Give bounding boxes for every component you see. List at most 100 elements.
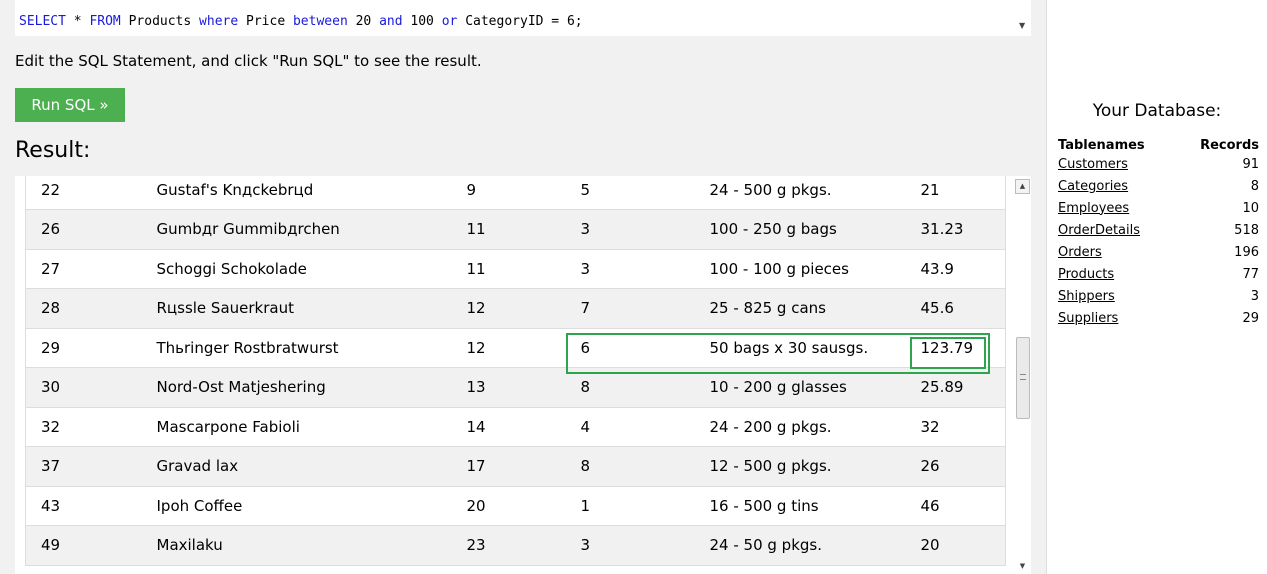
sql-keyword: or [441,14,458,29]
table-name-cell: OrderDetails [1058,219,1178,241]
table-name-cell: Customers [1058,153,1178,175]
list-item: Categories 8 [1058,175,1259,197]
price-cell: 123.79 [905,328,1006,368]
unit-cell: 16 - 500 g tins [694,486,906,526]
sql-text: 20 [347,14,380,29]
product-name-cell: Thьringer Rostbratwurst [141,328,452,368]
supplier-id-cell: 13 [451,367,566,408]
scroll-down-arrow-icon[interactable]: ▼ [1019,21,1025,30]
scroll-down-arrow-icon[interactable]: ▼ [1015,562,1030,574]
records-header: Records [1200,137,1259,153]
table-row: 27 Schoggi Schokolade 11 3 100 - 100 g piece… [25,249,1006,289]
unit-cell: 12 - 500 g pkgs. [694,446,906,487]
product-id-cell: 27 [25,249,142,289]
list-item: Suppliers 29 [1058,307,1259,329]
supplier-id-cell: 12 [451,288,566,329]
product-id-cell: 43 [25,486,142,526]
list-item: Orders 196 [1058,241,1259,263]
scroll-up-arrow-icon[interactable]: ▲ [1015,179,1030,194]
product-name-cell: Rцssle Sauerkraut [141,288,452,329]
table-name-cell: Employees [1058,197,1178,219]
unit-cell: 25 - 825 g cans [694,288,906,329]
table-name-cell: Orders [1058,241,1178,263]
sql-statement[interactable]: SELECT * FROM Products where Price betwe… [19,14,583,29]
database-panel: Your Database: Tablenames Records Custom… [1047,0,1267,574]
table-name-cell: Categories [1058,175,1178,197]
category-id-cell: 5 [565,176,695,210]
category-id-cell: 3 [565,249,695,289]
list-item: Products 77 [1058,263,1259,285]
product-name-cell: Gumbдr Gummibдrchen [141,209,452,250]
unit-cell: 100 - 100 g pieces [694,249,906,289]
product-name-cell: Gustaf's Knдckebrцd [141,176,452,210]
records-count: 10 [1242,200,1259,216]
results-table: 22 Gustaf's Knдckebrцd 9 5 24 - 500 g pkgs. 2… [25,176,1006,566]
run-sql-button[interactable]: Run SQL » [15,88,125,122]
records-count: 77 [1242,266,1259,282]
product-name-cell: Mascarpone Fabioli [141,407,452,447]
product-id-cell: 22 [25,176,142,210]
category-id-cell: 4 [565,407,695,447]
category-id-cell: 8 [565,446,695,487]
category-id-cell: 6 [565,328,695,368]
sql-editor[interactable]: SELECT * FROM Products where Price betwe… [15,0,1031,36]
sql-text: 100 [402,14,442,29]
price-cell: 32 [905,407,1006,447]
product-name-cell: Ipoh Coffee [141,486,452,526]
price-cell: 21 [905,176,1006,210]
unit-cell: 24 - 500 g pkgs. [694,176,906,210]
table-link-orders[interactable]: Orders [1058,245,1102,260]
editor-scrollbar[interactable]: ▼ [1015,0,1031,36]
table-link-employees[interactable]: Employees [1058,201,1129,216]
category-id-cell: 3 [565,209,695,250]
product-name-cell: Gravad lax [141,446,452,487]
instruction-text: Edit the SQL Statement, and click "Run S… [15,52,482,70]
supplier-id-cell: 14 [451,407,566,447]
table-name-cell: Suppliers [1058,307,1178,329]
unit-cell: 24 - 50 g pkgs. [694,525,906,566]
supplier-id-cell: 9 [451,176,566,210]
table-row: 28 Rцssle Sauerkraut 12 7 25 - 825 g cans 45.… [25,288,1006,329]
table-link-shippers[interactable]: Shippers [1058,289,1115,304]
table-row: 37 Gravad lax 17 8 12 - 500 g pkgs. 26 [25,446,1006,487]
price-cell: 45.6 [905,288,1006,329]
result-heading: Result: [15,138,91,163]
tablenames-header: Tablenames [1058,137,1145,153]
table-row: 26 Gumbдr Gummibдrchen 11 3 100 - 250 g bags… [25,209,1006,250]
table-row: 30 Nord-Ost Matjeshering 13 8 10 - 200 g gla… [25,367,1006,408]
results-pane[interactable]: 22 Gustaf's Knдckebrцd 9 5 24 - 500 g pkgs. 2… [15,176,1031,574]
sql-text: Price [238,14,293,29]
supplier-id-cell: 12 [451,328,566,368]
list-item: Shippers 3 [1058,285,1259,307]
unit-cell: 100 - 250 g bags [694,209,906,250]
product-name-cell: Nord-Ost Matjeshering [141,367,452,408]
supplier-id-cell: 23 [451,525,566,566]
product-id-cell: 26 [25,209,142,250]
list-item: OrderDetails 518 [1058,219,1259,241]
table-link-orderdetails[interactable]: OrderDetails [1058,223,1140,238]
results-scrollbar[interactable]: ▲ ▼ [1015,176,1031,574]
table-link-customers[interactable]: Customers [1058,157,1128,172]
records-count: 196 [1234,244,1259,260]
sql-text: * [65,14,90,29]
list-item: Customers 91 [1058,153,1259,175]
sql-keyword: between [292,14,348,29]
sql-keyword: where [199,14,239,29]
sql-text: CategoryID = 6; [457,14,583,29]
price-cell: 25.89 [905,367,1006,408]
table-link-suppliers[interactable]: Suppliers [1058,311,1118,326]
table-row: 32 Mascarpone Fabioli 14 4 24 - 200 g pkgs. 3… [25,407,1006,447]
list-item: Employees 10 [1058,197,1259,219]
category-id-cell: 8 [565,367,695,408]
table-row: 49 Maxilaku 23 3 24 - 50 g pkgs. 20 [25,525,1006,566]
table-name-cell: Shippers [1058,285,1178,307]
product-id-cell: 29 [25,328,142,368]
sql-keyword: and [379,14,403,29]
product-name-cell: Schoggi Schokolade [141,249,452,289]
records-count: 518 [1234,222,1259,238]
category-id-cell: 1 [565,486,695,526]
scrollbar-thumb[interactable] [1016,337,1030,419]
table-link-products[interactable]: Products [1058,267,1114,282]
table-link-categories[interactable]: Categories [1058,179,1128,194]
price-cell: 46 [905,486,1006,526]
